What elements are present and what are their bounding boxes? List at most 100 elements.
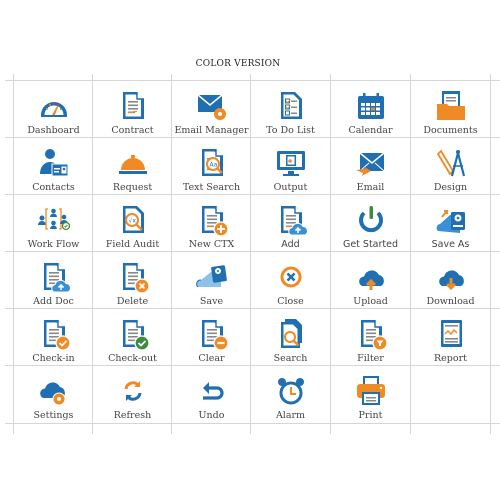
icon-tile-settings[interactable]: Settings <box>14 366 93 423</box>
icon-tile-save[interactable]: Save <box>172 252 251 309</box>
icon-tile-filter[interactable]: Filter <box>331 309 410 366</box>
icon-tile-dashboard[interactable]: Dashboard <box>14 81 93 138</box>
icon-label: Save <box>199 296 224 307</box>
icon-label: New CTX <box>188 239 235 250</box>
icon-tile-contract[interactable]: Contract <box>93 81 172 138</box>
service-bell-icon <box>118 155 147 174</box>
icon-label: Field Audit <box>105 239 160 250</box>
icon-tile-contacts[interactable]: Contacts <box>14 138 93 195</box>
cloud-download-icon <box>438 270 464 291</box>
icon-label: Report <box>434 353 467 364</box>
icon-tile-email-manager[interactable]: Email Manager <box>172 81 251 138</box>
save-as-drive-icon <box>436 210 465 233</box>
cloud-settings-icon <box>39 382 65 406</box>
report-chart-icon <box>440 320 462 347</box>
todo-list-icon <box>280 92 302 119</box>
icon-label: Contacts <box>32 182 75 193</box>
clear-document-icon <box>201 320 229 351</box>
add-doc-cloud-upload-icon <box>43 263 71 293</box>
icon-label: Add <box>281 239 300 250</box>
contacts-person-card-icon <box>39 149 68 177</box>
icon-label: Upload <box>353 296 388 307</box>
power-icon <box>358 206 383 233</box>
icon-label: Undo <box>198 410 225 421</box>
ruler-compass-icon <box>436 149 465 177</box>
icon-label: Work Flow <box>27 239 80 250</box>
calendar-icon <box>357 93 384 119</box>
icon-tile-check-in[interactable]: Check-in <box>14 309 93 366</box>
icon-tile-text-search[interactable]: Aa Text Search <box>172 138 251 195</box>
refresh-icon <box>124 381 141 401</box>
icon-label: Check-out <box>108 353 157 364</box>
icon-tile-report[interactable]: Report <box>411 309 490 366</box>
icon-tile-get-started[interactable]: Get Started <box>331 195 410 252</box>
check-out-document-icon <box>122 320 150 351</box>
icon-tile-save-as[interactable]: Save As <box>411 195 490 252</box>
icon-label: Delete <box>116 296 149 307</box>
delete-document-icon <box>122 263 150 294</box>
icon-tile-new-ctx[interactable]: New CTX <box>172 195 251 252</box>
contract-document-icon <box>122 92 144 119</box>
icon-label: Email <box>356 182 385 193</box>
field-audit-icon: √x <box>122 206 144 233</box>
icon-label: Close <box>277 296 304 307</box>
icon-tile-documents[interactable]: Documents <box>411 81 490 138</box>
icon-tile-email[interactable]: Email <box>331 138 410 195</box>
icon-label: Clear <box>198 353 225 364</box>
svg-text:Aa: Aa <box>209 162 217 169</box>
icon-label: Filter <box>357 353 384 364</box>
icon-tile-output[interactable]: Output <box>251 138 330 195</box>
icon-tile-field-audit[interactable]: √x Field Audit <box>93 195 172 252</box>
text-search-icon: Aa <box>201 149 223 176</box>
icon-tile-upload[interactable]: Upload <box>331 252 410 309</box>
icon-label: Search <box>273 353 308 364</box>
icon-tile-refresh[interactable]: Refresh <box>93 366 172 423</box>
monitor-output-icon <box>276 151 305 176</box>
icon-tile-work-flow[interactable]: Work Flow <box>14 195 93 252</box>
icon-label: Contract <box>111 125 154 136</box>
page-title: COLOR VERSION <box>195 59 281 69</box>
icon-label: Output <box>273 182 308 193</box>
icon-label: Check-in <box>32 353 75 364</box>
icon-label: To Do List <box>266 125 315 136</box>
cloud-upload-icon <box>358 270 384 290</box>
undo-icon <box>202 382 224 400</box>
icon-tile-request[interactable]: Request <box>93 138 172 195</box>
icon-label: Download <box>426 296 475 307</box>
alarm-clock-icon <box>277 378 304 405</box>
icon-tile-print[interactable]: Print <box>331 366 410 423</box>
icon-label: Add Doc <box>33 296 74 307</box>
icon-tile-download[interactable]: Download <box>411 252 490 309</box>
icon-label: Calendar <box>348 125 393 136</box>
save-cloud-drive-icon <box>195 265 227 288</box>
icon-label: Get Started <box>342 239 399 250</box>
icon-label: Documents <box>423 125 478 136</box>
icon-tile-add-doc[interactable]: Add Doc <box>14 252 93 309</box>
icon-label: Refresh <box>113 410 152 421</box>
icon-tile-check-out[interactable]: Check-out <box>93 309 172 366</box>
icon-tile-alarm[interactable]: Alarm <box>251 366 330 423</box>
icon-label: Print <box>358 410 383 421</box>
icon-tile-add[interactable]: Add <box>251 195 330 252</box>
icon-tile-clear[interactable]: Clear <box>172 309 251 366</box>
icon-label: Dashboard <box>27 125 80 136</box>
icon-label: Alarm <box>275 410 306 421</box>
close-circle-icon <box>280 266 301 288</box>
filter-document-icon <box>360 320 388 351</box>
email-send-icon <box>355 152 384 176</box>
icon-label: Request <box>112 182 153 193</box>
check-in-document-icon <box>43 320 71 351</box>
svg-text:√x: √x <box>128 218 136 225</box>
icon-tile-calendar[interactable]: Calendar <box>331 81 410 138</box>
icon-tile-search[interactable]: Search <box>251 309 330 366</box>
icon-tile-delete[interactable]: Delete <box>93 252 172 309</box>
icon-label: Text Search <box>182 182 241 193</box>
icon-tile-to-do-list[interactable]: To Do List <box>251 81 330 138</box>
grid-line-horizontal <box>5 423 500 424</box>
icon-tile-undo[interactable]: Undo <box>172 366 251 423</box>
icon-label: Design <box>433 182 468 193</box>
icon-tile-close[interactable]: Close <box>251 252 330 309</box>
icon-label: Settings <box>33 410 74 421</box>
workflow-people-icon <box>37 208 70 231</box>
icon-tile-design[interactable]: Design <box>411 138 490 195</box>
